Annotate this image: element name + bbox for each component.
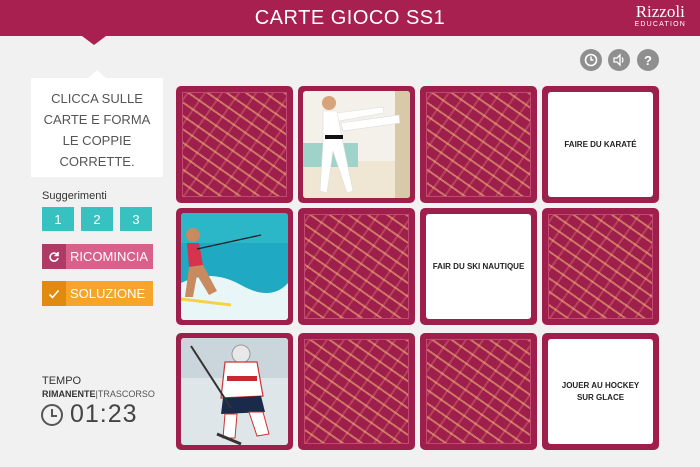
restart-label: RICOMINCIA <box>70 249 148 264</box>
solution-button[interactable]: SOLUZIONE <box>42 281 153 306</box>
instructions-line: CORRETTE. <box>59 154 135 169</box>
brand-name: Rizzoli <box>635 2 685 21</box>
card-waterski-photo[interactable] <box>176 208 293 325</box>
hint-button-3[interactable]: 3 <box>120 207 152 231</box>
card-label-line: JOUER AU HOCKEY <box>561 380 640 390</box>
card-facedown[interactable] <box>176 86 293 203</box>
instructions-pointer <box>88 70 106 78</box>
header-pointer <box>82 36 106 45</box>
checkmark-icon <box>42 281 66 306</box>
solution-label: SOLUZIONE <box>70 286 146 301</box>
page-title: CARTE GIOCO SS1 <box>254 7 446 29</box>
brand-sub: EDUCATION <box>634 21 686 28</box>
card-label: FAIRE DU KARATÉ <box>548 92 653 197</box>
card-facedown[interactable] <box>298 208 415 325</box>
clock-icon <box>584 53 598 67</box>
instructions-box: CLICCA SULLE CARTE E FORMA LE COPPIE COR… <box>31 70 163 177</box>
time-mode: RIMANENTE|TRASCORSO <box>42 389 155 399</box>
audio-button[interactable] <box>608 49 630 71</box>
card-facedown[interactable] <box>298 333 415 450</box>
card-facedown[interactable] <box>542 208 659 325</box>
time-remaining-label[interactable]: RIMANENTE <box>42 389 96 399</box>
instructions-line: CLICCA SULLE <box>51 91 143 106</box>
card-hockey-photo[interactable] <box>176 333 293 450</box>
card-karate-photo[interactable] <box>298 86 415 203</box>
card-label: FAIR DU SKI NAUTIQUE <box>426 214 531 319</box>
time-value: 01:23 <box>70 400 138 428</box>
hints-label: Suggerimenti <box>42 190 107 202</box>
help-icon: ? <box>644 52 652 68</box>
time-elapsed-label[interactable]: TRASCORSO <box>98 389 155 399</box>
card-label: JOUER AU HOCKEY SUR GLACE <box>548 339 653 444</box>
hint-button-2[interactable]: 2 <box>81 207 113 231</box>
brand-logo: Rizzoli EDUCATION <box>634 2 686 29</box>
time-title: TEMPO <box>42 375 82 387</box>
card-facedown[interactable] <box>420 333 537 450</box>
card-hockey-text[interactable]: JOUER AU HOCKEY SUR GLACE <box>542 333 659 450</box>
waterski-image <box>181 213 288 320</box>
header-bar: CARTE GIOCO SS1 Rizzoli EDUCATION <box>0 0 700 45</box>
speaker-icon <box>613 53 624 67</box>
instructions-line: LE COPPIE <box>62 133 132 148</box>
hockey-image <box>181 338 288 445</box>
card-karate-text[interactable]: FAIRE DU KARATÉ <box>542 86 659 203</box>
timer-button[interactable] <box>580 49 602 71</box>
card-facedown[interactable] <box>420 86 537 203</box>
card-label-line: SUR GLACE <box>576 392 625 402</box>
card-waterski-text[interactable]: FAIR DU SKI NAUTIQUE <box>420 208 537 325</box>
refresh-icon <box>42 244 66 269</box>
clock-icon <box>41 404 63 426</box>
help-button[interactable]: ? <box>637 49 659 71</box>
karate-image <box>303 91 410 198</box>
instructions-line: CARTE E FORMA <box>43 112 151 127</box>
hint-button-1[interactable]: 1 <box>42 207 74 231</box>
restart-button[interactable]: RICOMINCIA <box>42 244 153 269</box>
